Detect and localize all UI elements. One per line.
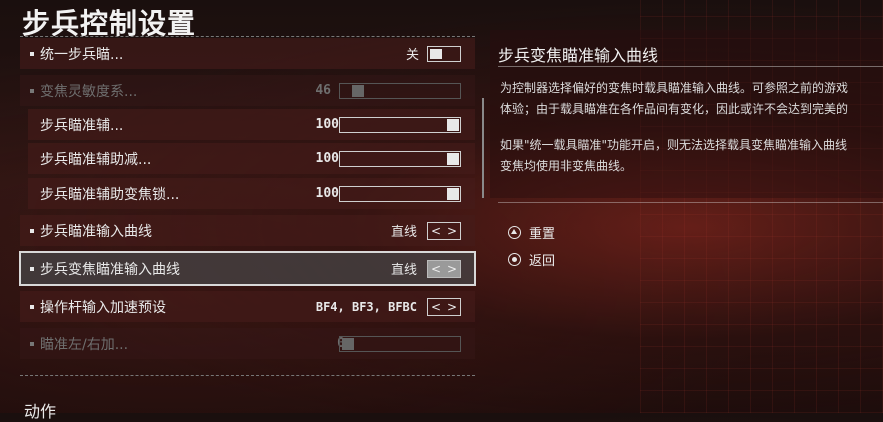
- setting-value: 100: [315, 151, 339, 166]
- bullet-icon: [30, 88, 34, 93]
- chevron-left-icon[interactable]: <: [431, 262, 441, 276]
- setting-value: 100: [315, 186, 339, 201]
- chevron-right-icon[interactable]: >: [447, 224, 457, 238]
- bullet-icon: [30, 341, 34, 346]
- section-title-actions: 动作: [24, 402, 57, 421]
- settings-list: 统一步兵瞄... 关 变焦灵敏度系... 46 步兵瞄准辅... 100 步兵瞄…: [19, 38, 476, 378]
- info-description-line: 变焦均使用非变焦曲线。: [500, 159, 633, 173]
- setting-value: 直线: [390, 225, 417, 240]
- list-bottom-divider: [20, 375, 475, 376]
- option-selector[interactable]: < >: [427, 221, 461, 240]
- setting-label: 步兵瞄准辅...: [40, 117, 124, 134]
- setting-row-aim-assist-zoom-snap[interactable]: 步兵瞄准辅助变焦锁... 100: [28, 178, 475, 209]
- scrollbar[interactable]: [482, 98, 484, 198]
- setting-row-unified-infantry-aim[interactable]: 统一步兵瞄... 关: [20, 38, 475, 69]
- circle-button-icon: [508, 253, 521, 266]
- bullet-icon: [30, 51, 34, 56]
- setting-label: 步兵瞄准输入曲线: [40, 223, 152, 240]
- slider-knob: [352, 84, 364, 97]
- slider-knob: [342, 337, 354, 350]
- slider: [339, 82, 461, 99]
- toggle-switch[interactable]: [427, 45, 461, 62]
- info-description-line: 体验；由于载具瞄准在各作品间有变化，因此或许不会达到完美的: [500, 102, 849, 116]
- slider[interactable]: [339, 150, 461, 167]
- setting-row-stick-acceleration-preset[interactable]: 操作杆输入加速预设 BF4, BF3, BFBC < >: [20, 291, 475, 322]
- setting-label: 操作杆输入加速预设: [40, 299, 166, 316]
- slider-knob[interactable]: [447, 187, 459, 200]
- setting-row-zoom-aim-input-curve[interactable]: 步兵变焦瞄准输入曲线 直线 < >: [19, 251, 476, 286]
- setting-row-zoom-sensitivity: 变焦灵敏度系... 46: [20, 75, 475, 106]
- bullet-icon: [30, 266, 34, 271]
- setting-label: 步兵瞄准辅助减...: [40, 151, 152, 168]
- option-selector[interactable]: < >: [427, 297, 461, 316]
- info-description-line: 如果"统一载具瞄准"功能开启，则无法选择载具变焦瞄准输入曲线: [500, 138, 848, 152]
- triangle-button-icon: [508, 226, 521, 239]
- bullet-icon: [30, 304, 34, 309]
- bullet-icon: [30, 228, 34, 233]
- setting-label: 步兵变焦瞄准输入曲线: [40, 261, 180, 278]
- chevron-left-icon[interactable]: <: [431, 300, 441, 314]
- setting-value: 直线: [390, 263, 417, 278]
- setting-row-aim-left-right-accel: 瞄准左/右加... 0: [20, 328, 475, 359]
- setting-value: 关: [405, 48, 419, 63]
- slider-knob[interactable]: [447, 152, 459, 165]
- setting-label: 瞄准左/右加...: [40, 336, 129, 353]
- chevron-right-icon[interactable]: >: [447, 300, 457, 314]
- info-title: 步兵变焦瞄准输入曲线: [498, 46, 659, 65]
- reset-button[interactable]: 重置: [508, 223, 555, 242]
- toggle-knob: [430, 48, 442, 59]
- info-description-line: 为控制器选择偏好的变焦时载具瞄准输入曲线。可参照之前的游戏: [500, 81, 849, 95]
- back-button[interactable]: 返回: [508, 250, 555, 269]
- setting-row-aim-assist-slowdown[interactable]: 步兵瞄准辅助减... 100: [28, 143, 475, 174]
- list-top-divider: [20, 36, 475, 37]
- setting-label: 统一步兵瞄...: [40, 46, 124, 63]
- slider[interactable]: [339, 116, 461, 133]
- setting-value: 100: [315, 117, 339, 132]
- setting-row-aim-input-curve[interactable]: 步兵瞄准输入曲线 直线 < >: [20, 215, 475, 246]
- reset-label: 重置: [529, 227, 556, 242]
- setting-value: BF4, BF3, BFBC: [315, 299, 417, 314]
- slider[interactable]: [339, 185, 461, 202]
- setting-label: 步兵瞄准辅助变焦锁...: [40, 186, 180, 203]
- setting-value: 46: [315, 83, 331, 98]
- back-label: 返回: [529, 254, 556, 269]
- setting-label: 变焦灵敏度系...: [40, 83, 138, 100]
- chevron-left-icon[interactable]: <: [431, 224, 441, 238]
- info-divider: [498, 66, 883, 67]
- setting-row-aim-assist[interactable]: 步兵瞄准辅... 100: [28, 109, 475, 140]
- chevron-right-icon[interactable]: >: [447, 262, 457, 276]
- slider-knob[interactable]: [447, 118, 459, 131]
- option-selector[interactable]: < >: [427, 259, 461, 278]
- actions-divider: [498, 202, 883, 203]
- slider: [339, 335, 461, 352]
